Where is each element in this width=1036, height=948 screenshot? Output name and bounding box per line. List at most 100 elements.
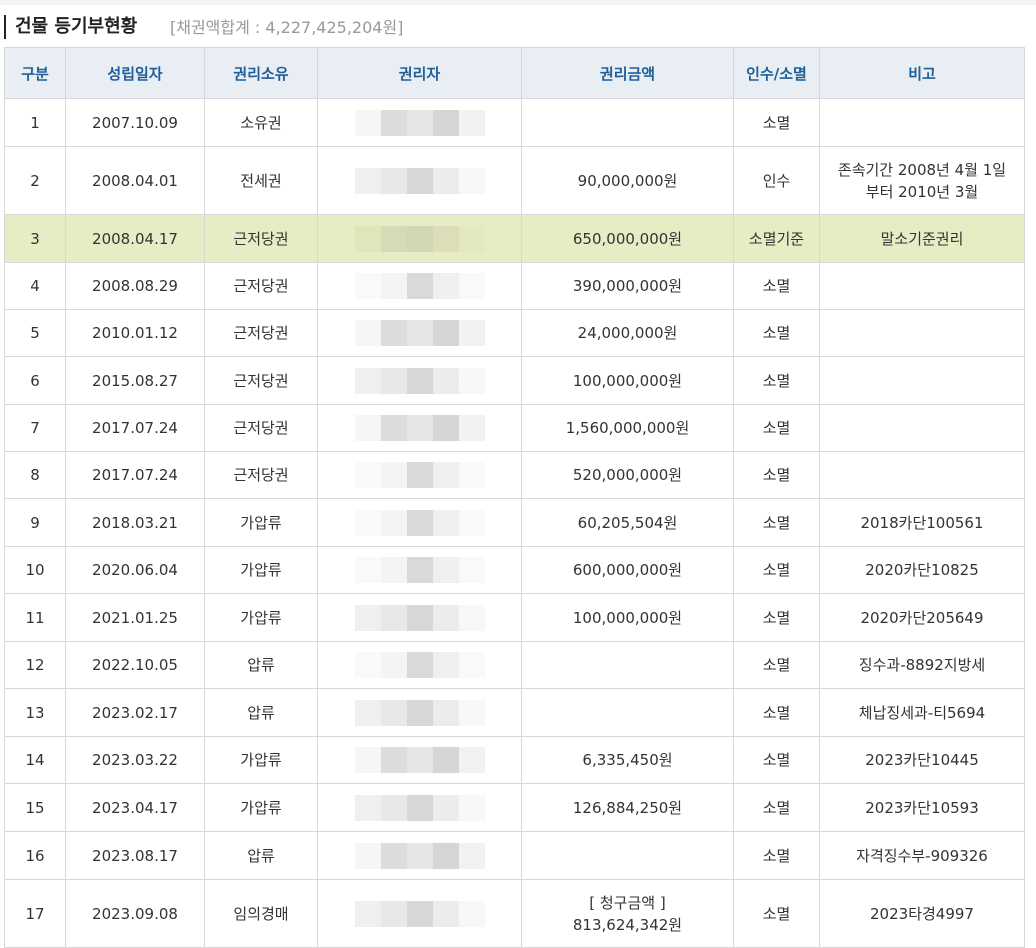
cell-note [819,98,1025,147]
cell-holder [317,641,522,689]
cell-note: 말소기준권리 [819,214,1025,263]
cell-amount: 600,000,000원 [521,546,734,594]
col-header-note: 비고 [819,47,1025,99]
cell-holder [317,146,522,215]
table-row: 4 2008.08.29 근저당권 390,000,000원 소멸 [4,262,1025,310]
redacted-holder [354,699,485,726]
cell-date: 2023.08.17 [65,831,205,880]
cell-date: 2020.06.04 [65,546,205,594]
cell-note: 체납징세과-티5694 [819,688,1025,737]
table-header-row: 구분 성립일자 권리소유 권리자 권리금액 인수/소멸 비고 [4,47,1025,99]
cell-amount: [ 청구금액 ] 813,624,342원 [521,879,734,948]
redacted-holder [354,794,485,821]
redacted-holder [354,273,485,299]
redacted-holder [354,747,485,773]
cell-no: 7 [4,404,66,452]
cell-status: 소멸 [733,783,820,832]
cell-no: 17 [4,879,66,948]
table-row: 8 2017.07.24 근저당권 520,000,000원 소멸 [4,451,1025,499]
redacted-holder [354,225,485,252]
cell-note [819,309,1025,357]
cell-status: 소멸 [733,262,820,310]
cell-status: 소멸 [733,498,820,547]
cell-status: 소멸 [733,688,820,737]
cell-type: 소유권 [204,98,318,147]
cell-type: 근저당권 [204,214,318,263]
cell-amount [521,688,734,737]
cell-status: 소멸 [733,98,820,147]
cell-holder [317,498,522,547]
cell-type: 압류 [204,641,318,689]
table-row: 1 2007.10.09 소유권 소멸 [4,98,1025,147]
cell-holder [317,404,522,452]
cell-type: 가압류 [204,546,318,594]
cell-holder [317,356,522,405]
redacted-holder [354,462,485,488]
cell-date: 2023.04.17 [65,783,205,832]
cell-note [819,451,1025,499]
cell-amount [521,831,734,880]
redacted-holder [354,167,485,194]
table-row: 13 2023.02.17 압류 소멸 체납징세과-티5694 [4,688,1025,737]
cell-date: 2017.07.24 [65,404,205,452]
table-row: 17 2023.09.08 임의경매 [ 청구금액 ] 813,624,342원… [4,879,1025,948]
cell-amount: 24,000,000원 [521,309,734,357]
cell-type: 전세권 [204,146,318,215]
cell-note: 2020카단10825 [819,546,1025,594]
cell-status: 소멸 [733,546,820,594]
cell-no: 16 [4,831,66,880]
cell-date: 2022.10.05 [65,641,205,689]
cell-amount: 520,000,000원 [521,451,734,499]
section-header: 건물 등기부현황 [채권액합계 : 4,227,425,204원] [0,5,1036,43]
redacted-holder [354,557,485,583]
col-header-holder: 권리자 [317,47,522,99]
cell-holder [317,736,522,784]
redacted-holder [354,900,485,927]
cell-no: 15 [4,783,66,832]
table-row: 11 2021.01.25 가압류 100,000,000원 소멸 2020카단… [4,593,1025,642]
cell-date: 2023.09.08 [65,879,205,948]
cell-no: 11 [4,593,66,642]
cell-type: 근저당권 [204,404,318,452]
cell-holder [317,831,522,880]
cell-note: 2023카단10445 [819,736,1025,784]
table-row: 9 2018.03.21 가압류 60,205,504원 소멸 2018카단10… [4,498,1025,547]
col-header-type: 권리소유 [204,47,318,99]
cell-note: 존속기간 2008년 4월 1일 부터 2010년 3월 [819,146,1025,215]
cell-no: 5 [4,309,66,357]
cell-holder [317,309,522,357]
cell-no: 10 [4,546,66,594]
redacted-holder [354,652,485,678]
cell-date: 2018.03.21 [65,498,205,547]
table-row-highlighted: 3 2008.04.17 근저당권 650,000,000원 소멸기준 말소기준… [4,214,1025,263]
cell-status: 인수 [733,146,820,215]
cell-holder [317,879,522,948]
cell-type: 압류 [204,831,318,880]
cell-type: 가압류 [204,498,318,547]
title-bar-marker [4,15,6,39]
cell-no: 9 [4,498,66,547]
cell-date: 2008.04.17 [65,214,205,263]
cell-no: 6 [4,356,66,405]
cell-status: 소멸 [733,831,820,880]
cell-type: 근저당권 [204,309,318,357]
table-row: 10 2020.06.04 가압류 600,000,000원 소멸 2020카단… [4,546,1025,594]
cell-no: 13 [4,688,66,737]
table-row: 2 2008.04.01 전세권 90,000,000원 인수 존속기간 200… [4,146,1025,215]
redacted-holder [354,842,485,869]
cell-type: 근저당권 [204,451,318,499]
cell-note [819,356,1025,405]
cell-note: 2023카단10593 [819,783,1025,832]
cell-note: 2020카단205649 [819,593,1025,642]
registry-page: 건물 등기부현황 [채권액합계 : 4,227,425,204원] 구분 성립일… [0,0,1036,948]
cell-date: 2008.04.01 [65,146,205,215]
cell-type: 근저당권 [204,356,318,405]
cell-holder [317,688,522,737]
cell-holder [317,546,522,594]
cell-date: 2021.01.25 [65,593,205,642]
cell-amount: 100,000,000원 [521,356,734,405]
cell-holder [317,783,522,832]
cell-note: 자격징수부-909326 [819,831,1025,880]
cell-note: 2023타경4997 [819,879,1025,948]
cell-status: 소멸 [733,451,820,499]
